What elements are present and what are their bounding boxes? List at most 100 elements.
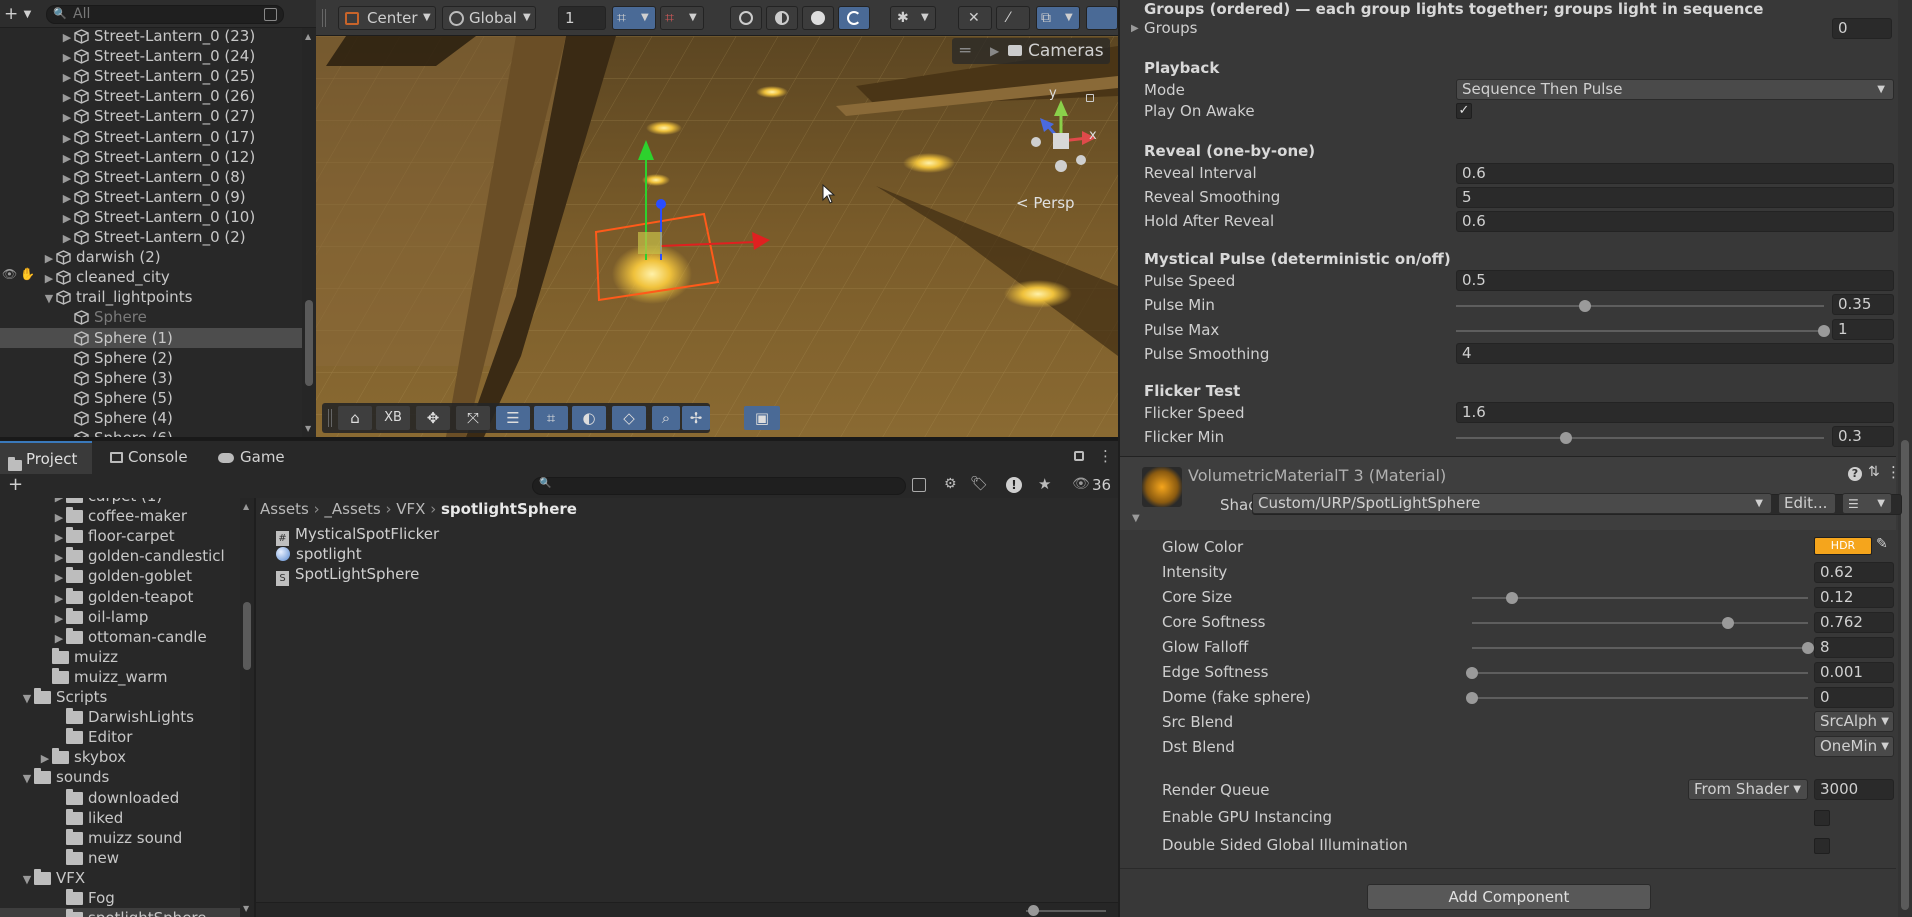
folder-tree-item[interactable]: downloaded xyxy=(0,788,240,808)
folder-tree-item[interactable]: ▶ golden-candlesticl xyxy=(0,546,240,566)
scroll-down-icon[interactable]: ▼ xyxy=(243,904,249,913)
core-softness-slider-thumb[interactable] xyxy=(1722,617,1735,629)
collapsed-arrow-icon[interactable]: ▶ xyxy=(42,269,56,289)
pulse-max-field[interactable]: 1 xyxy=(1832,319,1894,340)
preset-icon[interactable]: ⇅ xyxy=(1868,464,1880,480)
project-create-button[interactable]: + xyxy=(8,474,23,495)
hierarchy-scrollbar[interactable]: ▲ ▼ xyxy=(302,28,316,437)
folder-tree-item[interactable]: ▶ ottoman-candle xyxy=(0,627,240,647)
reveal-interval-field[interactable]: 0.6 xyxy=(1456,163,1894,184)
orientation-gizmo[interactable] xyxy=(1006,86,1116,186)
pulse-min-slider-thumb[interactable] xyxy=(1578,300,1591,312)
project-tree-scroll-thumb[interactable] xyxy=(243,602,251,670)
hierarchy-item[interactable]: ▶ Street-Lantern_0 (17) xyxy=(0,127,302,147)
hierarchy-item[interactable]: ▶ Street-Lantern_0 (27) xyxy=(0,106,302,126)
shader-options-dropdown[interactable]: ☰ ▼ xyxy=(1842,493,1892,514)
folder-tree-item[interactable]: new xyxy=(0,848,240,868)
project-tree-scrollbar[interactable]: ▲ ▼ xyxy=(240,498,254,917)
edge-softness-slider[interactable] xyxy=(1472,672,1808,674)
overlay-grip[interactable] xyxy=(328,409,332,427)
collapsed-arrow-icon[interactable]: ▶ xyxy=(60,209,74,229)
hierarchy-item[interactable]: Sphere (2) xyxy=(0,348,302,368)
collapsed-arrow-icon[interactable]: ▶ xyxy=(52,508,66,528)
folder-tree-item[interactable]: ▼ Scripts xyxy=(0,687,240,707)
folder-tree-item[interactable]: ▶ floor-carpet xyxy=(0,526,240,546)
expanded-arrow-icon[interactable]: ▼ xyxy=(20,769,34,789)
expanded-arrow-icon[interactable]: ▼ xyxy=(42,289,56,309)
collapsed-arrow-icon[interactable]: ▶ xyxy=(60,149,74,169)
glow-falloff-slider-thumb[interactable] xyxy=(1802,642,1814,654)
inspector-scrollbar[interactable] xyxy=(1898,0,1912,917)
folder-tree-item[interactable]: muizz sound xyxy=(0,828,240,848)
folder-tree-item[interactable]: ▶ golden-teapot xyxy=(0,587,240,607)
favorites-icon[interactable]: ★ xyxy=(1038,475,1051,493)
foldout-icon[interactable]: ▼ xyxy=(1132,513,1140,524)
hierarchy-item[interactable]: ▶ Street-Lantern_0 (12) xyxy=(0,147,302,167)
hierarchy-search-input[interactable]: 🔍 All xyxy=(46,5,284,24)
view-tool-button[interactable]: ⌂ xyxy=(338,406,372,430)
scene-render[interactable] xyxy=(316,36,1118,437)
pulse-smoothing-field[interactable]: 4 xyxy=(1456,343,1894,364)
warning-filter-icon[interactable]: ! xyxy=(1006,477,1022,493)
pulse-max-slider-thumb[interactable] xyxy=(1818,325,1830,337)
asset-item[interactable]: S SpotLightSphere xyxy=(276,564,419,586)
render-queue-field[interactable]: 3000 xyxy=(1814,779,1894,800)
asset-item[interactable]: spotlight xyxy=(276,544,362,564)
pivot-tool-icon[interactable]: ✢ xyxy=(682,406,710,430)
groups-label[interactable]: Groups xyxy=(1144,19,1197,37)
gpu-instancing-checkbox[interactable] xyxy=(1814,810,1830,826)
collapsed-arrow-icon[interactable]: ▶ xyxy=(52,609,66,629)
tab-project[interactable]: Project xyxy=(0,441,92,475)
collapsed-arrow-icon[interactable]: ▶ xyxy=(60,169,74,189)
hierarchy-item[interactable]: ▶ Street-Lantern_0 (26) xyxy=(0,86,302,106)
collapsed-arrow-icon[interactable]: ▶ xyxy=(60,129,74,149)
folder-tree-item[interactable]: ▼ sounds xyxy=(0,767,240,787)
flicker-min-field[interactable]: 0.3 xyxy=(1832,426,1894,447)
layers-tool-icon[interactable]: ◇ xyxy=(612,406,646,430)
glow-falloff-slider[interactable] xyxy=(1472,647,1808,649)
collapsed-arrow-icon[interactable]: ▶ xyxy=(60,48,74,68)
collapsed-arrow-icon[interactable]: ▶ xyxy=(42,249,56,269)
draw-mode-shaded-button[interactable] xyxy=(802,6,834,30)
hierarchy-item[interactable]: ▶ Street-Lantern_0 (23) xyxy=(0,28,302,46)
reveal-smoothing-field[interactable]: 5 xyxy=(1456,187,1894,208)
folder-tree-item[interactable]: Editor xyxy=(0,727,240,747)
pulse-min-slider[interactable] xyxy=(1456,305,1824,307)
folder-tree-item[interactable]: DarwishLights xyxy=(0,707,240,727)
collapsed-arrow-icon[interactable]: ▶ xyxy=(52,548,66,568)
scroll-down-icon[interactable]: ▼ xyxy=(305,424,311,433)
pulse-max-slider[interactable] xyxy=(1456,330,1824,332)
scroll-up-icon[interactable]: ▲ xyxy=(243,502,249,511)
visibility-icon[interactable]: 👁 xyxy=(2,267,20,281)
play-on-awake-checkbox[interactable]: ✓ xyxy=(1456,103,1472,119)
panel-menu-icon[interactable]: ⋮ xyxy=(1098,447,1113,465)
space-mode-dropdown[interactable]: Global ▼ xyxy=(442,6,536,30)
snap-increment-input[interactable]: 1 xyxy=(558,6,606,30)
draw-mode-wireframe-button[interactable] xyxy=(730,6,762,30)
folder-tree-item[interactable]: ▶ oil-lamp xyxy=(0,607,240,627)
filter-icon[interactable]: ⚙ xyxy=(944,476,957,492)
folder-tree-item[interactable]: ▶carpet (1) xyxy=(0,498,240,506)
pivot-mode-dropdown[interactable]: Center ▼ xyxy=(338,6,436,30)
breadcrumb-item[interactable]: VFX xyxy=(396,500,425,518)
label-filter-icon[interactable]: 🏷 xyxy=(970,476,988,492)
hierarchy-item[interactable]: ▶ Street-Lantern_0 (2) xyxy=(0,227,302,247)
groups-foldout-icon[interactable]: ▶ xyxy=(1131,23,1139,34)
glow-falloff-field[interactable]: 8 xyxy=(1814,637,1894,658)
component-menu-icon[interactable]: ⋮ xyxy=(1886,463,1901,481)
core-size-slider[interactable] xyxy=(1472,597,1808,599)
render-queue-mode-dropdown[interactable]: From Shader ▼ xyxy=(1688,779,1808,800)
hierarchy-item[interactable]: ▶ cleaned_city xyxy=(0,267,302,287)
xb-tool-button[interactable]: XB xyxy=(376,406,410,430)
folder-tree-item[interactable]: Fog xyxy=(0,888,240,908)
folder-tree-item[interactable]: ▶ golden-goblet xyxy=(0,566,240,586)
hierarchy-item[interactable]: ▶ Street-Lantern_0 (9) xyxy=(0,187,302,207)
edge-softness-field[interactable]: 0.001 xyxy=(1814,662,1894,683)
project-search-input[interactable]: 🔍 xyxy=(532,477,906,495)
align-tool-icon[interactable]: ☰ xyxy=(496,406,530,430)
hierarchy-item[interactable]: Sphere (1) xyxy=(0,327,302,348)
search-by-type-icon[interactable] xyxy=(912,478,926,492)
collapsed-arrow-icon[interactable]: ▶ xyxy=(60,189,74,209)
scene-view[interactable]: Center ▼ Global ▼ 1 ⌗ ▼ ⌗ ▼ ✱ ▼ ✕ ⁄ ⧉ ▼ … xyxy=(316,0,1118,437)
debug-draw-dropdown[interactable]: ✱ ▼ xyxy=(890,6,936,30)
